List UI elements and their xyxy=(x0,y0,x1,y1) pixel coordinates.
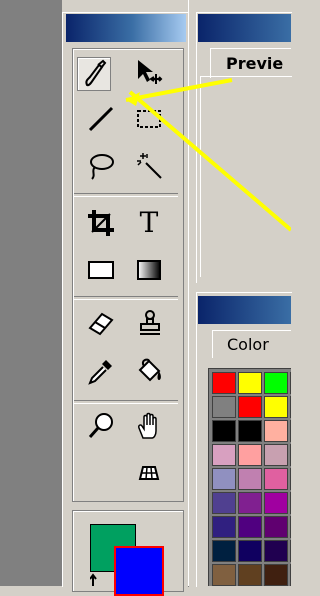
eyedropper-tool[interactable] xyxy=(85,355,117,387)
background-color-swatch[interactable] xyxy=(114,546,164,596)
magnifier-icon xyxy=(88,413,113,438)
text-tool[interactable]: T xyxy=(133,207,165,239)
rectangle-tool[interactable] xyxy=(85,254,117,286)
line-icon xyxy=(88,106,114,132)
grid-icon xyxy=(138,466,160,480)
color-swatch[interactable] xyxy=(212,444,236,466)
color-swatch[interactable] xyxy=(264,444,288,466)
color-swatch[interactable] xyxy=(290,492,291,514)
color-swatch[interactable] xyxy=(264,468,288,490)
gradient-icon xyxy=(137,260,161,280)
color-swatch[interactable] xyxy=(264,492,288,514)
color-swatch[interactable] xyxy=(264,564,288,586)
color-swatch[interactable] xyxy=(290,540,291,562)
text-icon: T xyxy=(139,206,159,239)
brush-icon xyxy=(85,59,107,87)
color-swatch[interactable] xyxy=(290,420,291,442)
move-arrow-icon xyxy=(138,60,163,84)
color-swatch[interactable] xyxy=(290,372,291,394)
lasso-icon xyxy=(90,154,114,180)
stamp-icon xyxy=(140,310,160,335)
color-swatch[interactable] xyxy=(264,372,288,394)
color-swatch[interactable] xyxy=(238,516,262,538)
color-swatch[interactable] xyxy=(264,396,288,418)
tab-preview[interactable]: Previe xyxy=(210,48,291,78)
preview-body xyxy=(200,76,292,277)
color-swatch[interactable] xyxy=(238,420,262,442)
lasso-tool[interactable] xyxy=(85,150,117,182)
color-swatch[interactable] xyxy=(238,540,262,562)
color-swatch[interactable] xyxy=(238,372,262,394)
color-swatch[interactable] xyxy=(212,372,236,394)
color-swatch[interactable] xyxy=(290,516,291,538)
magic-wand-icon xyxy=(137,153,162,179)
color-swatch-grid xyxy=(208,368,291,586)
line-tool[interactable] xyxy=(85,103,117,135)
canvas-edge xyxy=(0,0,62,586)
color-swatch[interactable] xyxy=(290,564,291,586)
color-swatch[interactable] xyxy=(264,540,288,562)
tab-color[interactable]: Color xyxy=(212,330,291,358)
color-swatch[interactable] xyxy=(238,396,262,418)
swatches-titlebar[interactable] xyxy=(198,296,291,324)
paint-bucket-tool[interactable] xyxy=(133,355,165,387)
color-swatch[interactable] xyxy=(212,516,236,538)
brush-tool[interactable] xyxy=(77,57,111,91)
stamp-tool[interactable] xyxy=(133,307,165,339)
hand-tool[interactable] xyxy=(133,410,165,442)
color-swatch[interactable] xyxy=(264,420,288,442)
color-swatch[interactable] xyxy=(238,468,262,490)
zoom-tool[interactable] xyxy=(85,410,117,442)
magic-wand-tool[interactable] xyxy=(133,150,165,182)
toolbox-titlebar[interactable] xyxy=(66,14,186,42)
color-swatch[interactable] xyxy=(264,516,288,538)
grid-tool[interactable] xyxy=(133,456,165,488)
color-swatch[interactable] xyxy=(212,420,236,442)
color-swatch[interactable] xyxy=(212,564,236,586)
marquee-icon xyxy=(137,110,161,128)
crop-icon xyxy=(88,210,114,236)
color-swatch[interactable] xyxy=(212,492,236,514)
color-swatch[interactable] xyxy=(212,540,236,562)
rectangle-icon xyxy=(88,261,114,279)
tool-group-separator xyxy=(74,400,178,404)
color-swatch[interactable] xyxy=(212,396,236,418)
color-swatch[interactable] xyxy=(290,444,291,466)
color-swatch[interactable] xyxy=(238,564,262,586)
move-tool[interactable] xyxy=(133,57,165,89)
color-swatch[interactable] xyxy=(290,468,291,490)
color-swatch[interactable] xyxy=(290,396,291,418)
crop-tool[interactable] xyxy=(85,207,117,239)
eyedropper-icon xyxy=(88,360,112,385)
color-swatch[interactable] xyxy=(212,468,236,490)
marquee-tool[interactable] xyxy=(133,103,165,135)
tool-group-separator xyxy=(74,296,178,300)
swap-colors-icon[interactable] xyxy=(89,572,104,586)
preview-titlebar[interactable] xyxy=(198,14,291,42)
gradient-tool[interactable] xyxy=(133,254,165,286)
eraser-tool[interactable] xyxy=(85,307,117,339)
hand-icon xyxy=(138,412,157,439)
tool-group-separator xyxy=(74,193,178,197)
color-swatch[interactable] xyxy=(238,492,262,514)
color-swatch[interactable] xyxy=(238,444,262,466)
paint-bucket-icon xyxy=(138,358,161,382)
eraser-icon xyxy=(88,312,114,336)
